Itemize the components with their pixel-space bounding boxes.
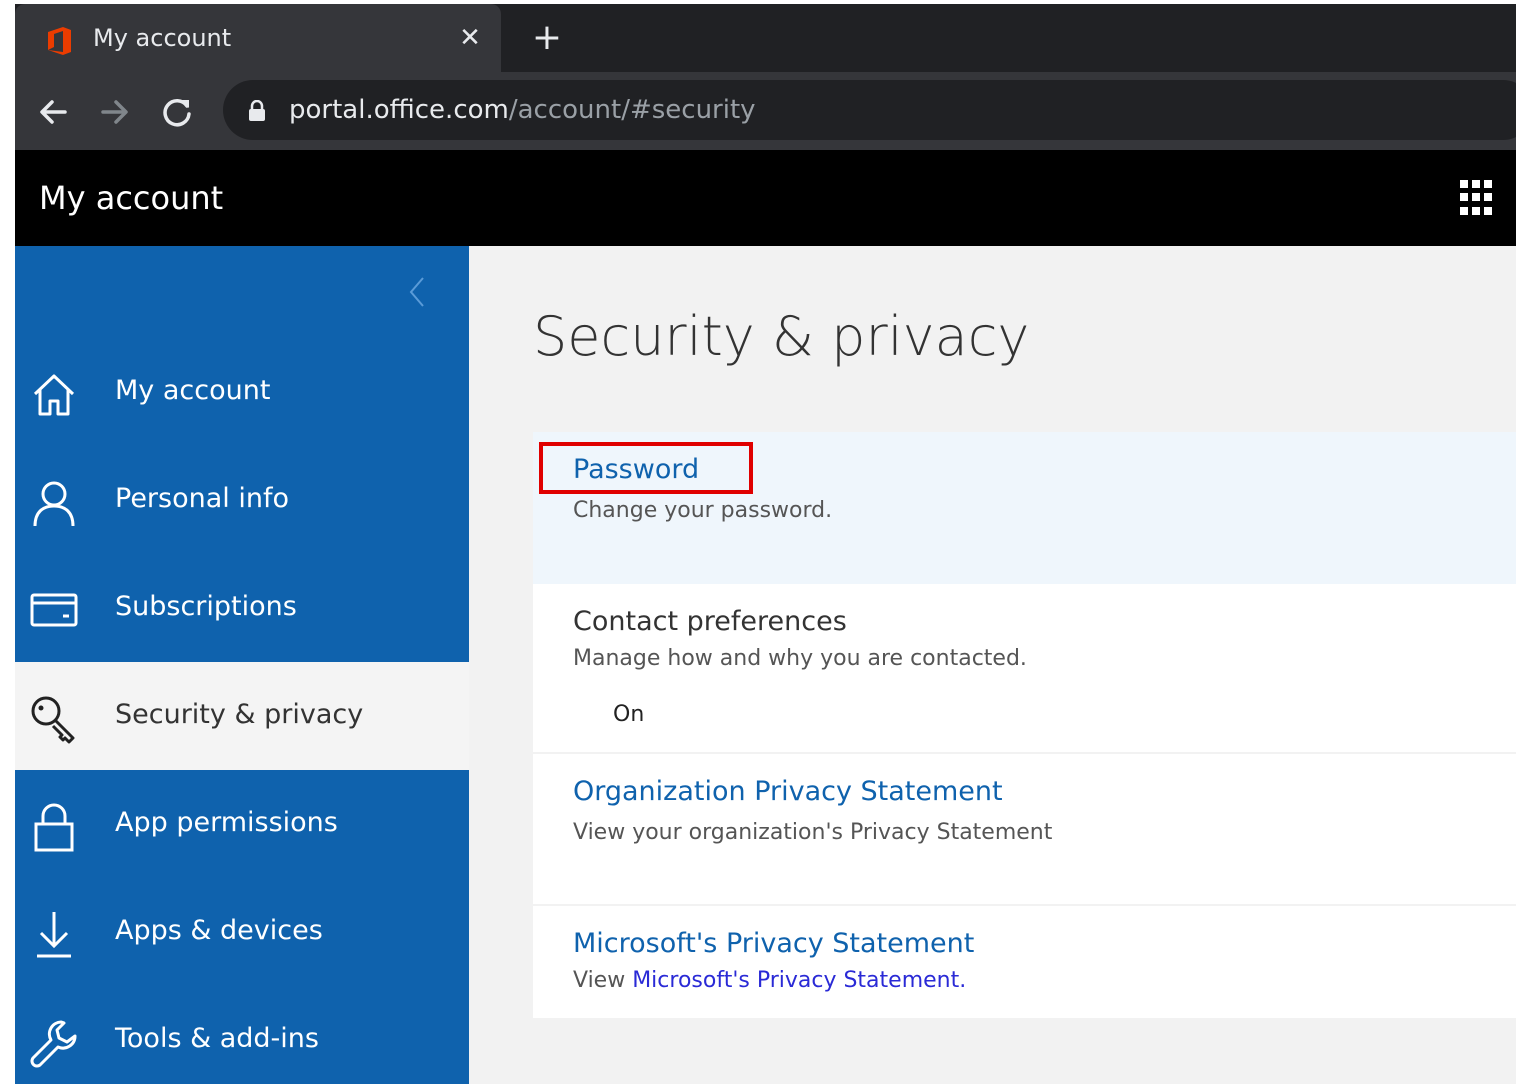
sidebar-item-label: App permissions [115, 807, 338, 838]
forward-arrow-icon[interactable] [95, 92, 135, 132]
close-tab-icon[interactable]: ✕ [453, 21, 487, 55]
microsoft-privacy-card[interactable]: Microsoft's Privacy Statement View Micro… [533, 906, 1516, 1018]
password-link[interactable]: Password [573, 452, 699, 488]
sidebar-item-label: Personal info [115, 483, 289, 514]
app-title: My account [39, 179, 224, 217]
contact-preferences-title: Contact preferences [573, 606, 847, 637]
chevron-left-icon[interactable] [403, 274, 433, 310]
reload-icon[interactable] [157, 92, 197, 132]
sidebar-item-label: Subscriptions [115, 591, 297, 622]
contact-preferences-status: On [613, 702, 645, 727]
microsoft-privacy-description: View Microsoft's Privacy Statement. [573, 966, 966, 996]
browser-tab[interactable]: My account ✕ [15, 4, 501, 72]
credit-card-icon [30, 593, 78, 627]
sidebar-item-personal-info[interactable]: Personal info [15, 446, 469, 554]
app-launcher-icon[interactable] [1460, 180, 1496, 216]
office-logo-icon [48, 27, 71, 55]
sidebar-item-label: Apps & devices [115, 915, 323, 946]
sidebar-item-security-privacy[interactable]: Security & privacy [15, 662, 469, 770]
page-title: Security & privacy [533, 305, 1030, 368]
organization-privacy-description: View your organization's Privacy Stateme… [573, 820, 1053, 845]
microsoft-privacy-link[interactable]: Microsoft's Privacy Statement [573, 926, 974, 962]
person-icon [33, 481, 75, 527]
new-tab-button[interactable]: + [527, 18, 567, 58]
back-arrow-icon[interactable] [33, 92, 73, 132]
password-description: Change your password. [573, 498, 833, 523]
organization-privacy-link[interactable]: Organization Privacy Statement [573, 774, 1003, 810]
sidebar-item-label: Security & privacy [115, 699, 364, 730]
sidebar-item-label: Tools & add-ins [115, 1023, 319, 1054]
contact-preferences-card[interactable]: Contact preferences Manage how and why y… [533, 584, 1516, 752]
lock-icon [34, 803, 74, 852]
tab-title: My account [93, 24, 232, 52]
sidebar-item-my-account[interactable]: My account [15, 338, 469, 446]
sidebar-item-app-permissions[interactable]: App permissions [15, 770, 469, 878]
browser-window: My account ✕ + portal.office.com/account… [15, 4, 1516, 1084]
download-icon [37, 912, 71, 958]
key-search-icon [31, 696, 75, 744]
url-path: /account/#security [508, 95, 756, 125]
url-host: portal.office.com [289, 95, 509, 125]
browser-toolbar: portal.office.com/account/#security [15, 72, 1516, 150]
description-prefix: View [573, 968, 633, 993]
password-card[interactable]: Password Change your password. [533, 432, 1516, 584]
address-bar[interactable]: portal.office.com/account/#security [223, 80, 1516, 140]
home-icon [33, 374, 75, 416]
sidebar-item-apps-devices[interactable]: Apps & devices [15, 878, 469, 986]
wrench-icon [30, 1020, 77, 1068]
organization-privacy-card[interactable]: Organization Privacy Statement View your… [533, 754, 1516, 904]
microsoft-privacy-inline-link[interactable]: Microsoft's Privacy Statement. [632, 968, 966, 993]
contact-preferences-description: Manage how and why you are contacted. [573, 646, 1027, 671]
sidebar-item-label: My account [115, 375, 271, 406]
app-header: My account [15, 150, 1516, 246]
sidebar-item-subscriptions[interactable]: Subscriptions [15, 554, 469, 662]
lock-icon [249, 100, 265, 121]
url-text: portal.office.com/account/#security [289, 92, 756, 128]
main-content: Security & privacy Password Change your … [469, 246, 1516, 1084]
sidebar-item-tools-addins[interactable]: Tools & add-ins [15, 986, 469, 1084]
sidebar: My account Personal info Subscriptions S… [15, 246, 469, 1084]
tab-strip: My account ✕ + [15, 4, 1516, 72]
